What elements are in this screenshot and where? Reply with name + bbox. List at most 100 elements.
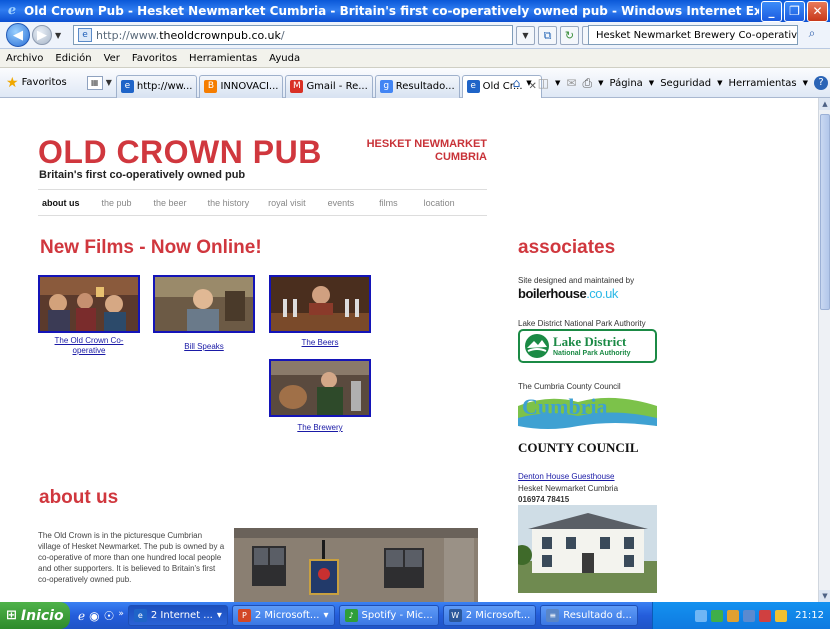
compatibility-icon[interactable]: ⧉ — [538, 26, 557, 45]
security-menu[interactable]: Seguridad — [660, 78, 711, 89]
messenger-icon[interactable] — [711, 609, 724, 622]
address-bar[interactable]: e http://www. theoldcrownpub.co.uk / — [73, 25, 513, 45]
page-menu[interactable]: Página — [609, 78, 642, 89]
gmail-icon: M — [290, 80, 304, 93]
nav-events[interactable]: events — [328, 198, 355, 208]
clock[interactable]: 21:12 — [795, 610, 824, 621]
search-input[interactable]: Hesket Newmarket Brewery Co-operative — [588, 25, 798, 45]
search-icon[interactable]: ⌕ — [802, 26, 822, 45]
scroll-down-icon[interactable]: ▼ — [819, 590, 830, 602]
nav-films[interactable]: films — [379, 198, 398, 208]
taskbar-button[interactable]: W2 Microsoft... — [442, 605, 537, 626]
browser-tab[interactable]: B INNOVACI... — [199, 74, 284, 98]
scroll-up-icon[interactable]: ▲ — [819, 98, 830, 110]
film-thumbnail-bill-speaks[interactable] — [153, 275, 255, 333]
nav-location[interactable]: location — [424, 198, 455, 208]
menu-herramientas[interactable]: Herramientas — [189, 53, 257, 64]
print-icon[interactable]: ⎙ — [582, 76, 592, 91]
favorites-button[interactable]: ★ Favoritos — [6, 75, 67, 91]
history-dropdown-icon[interactable]: ▼ — [55, 31, 65, 40]
beers-image — [271, 277, 369, 331]
film-caption-line[interactable]: The Old Crown Co- — [55, 336, 124, 345]
boilerhouse-logo[interactable]: boilerhouse.co.uk — [518, 286, 618, 301]
minimize-button[interactable]: _ — [761, 0, 782, 22]
quick-tabs-icon[interactable]: ▦ — [86, 75, 103, 90]
menu-edicion[interactable]: Edición — [55, 53, 91, 64]
nav-the-pub[interactable]: the pub — [102, 198, 132, 208]
about-text: The Old Crown is in the picturesque Cumb… — [38, 531, 225, 584]
lake-district-logo[interactable]: Lake District National Park Authority — [518, 329, 657, 363]
film-caption-bill-speaks[interactable]: Bill Speaks — [153, 342, 255, 352]
browser-tab[interactable]: g Resultado... — [374, 74, 460, 98]
group-dropdown-icon: ▾ — [323, 610, 329, 621]
pub-exterior-image — [234, 528, 478, 602]
nav-the-history[interactable]: the history — [208, 198, 250, 208]
window-title: Old Crown Pub - Hesket Newmarket Cumbria… — [24, 4, 759, 18]
browser-tab[interactable]: M Gmail - Re... — [285, 74, 373, 98]
menu-favoritos[interactable]: Favoritos — [132, 53, 177, 64]
taskbar-button-label: Spotify - Mic... — [361, 610, 433, 621]
google-icon: g — [379, 80, 393, 93]
menu-ver[interactable]: Ver — [104, 53, 120, 64]
search-text: Hesket Newmarket Brewery Co-operative — [596, 29, 798, 41]
film-caption-the-brewery[interactable]: The Brewery — [269, 423, 371, 433]
forward-button[interactable]: ▶ — [32, 25, 52, 45]
taskbar-button[interactable]: P2 Microsoft... ▾ — [231, 605, 335, 626]
favorites-bar: ★ Favoritos ▦ ▼ e http://ww... B INNOVACI..… — [0, 68, 830, 98]
menu-archivo[interactable]: Archivo — [6, 53, 43, 64]
taskbar-button-label: 2 Internet ... — [150, 610, 213, 621]
system-tray: 21:12 — [652, 602, 830, 629]
nav-about-us[interactable]: about us — [42, 198, 80, 208]
blogger-icon: B — [204, 80, 218, 93]
taskbar-button[interactable]: e2 Internet ... ▾ — [127, 605, 228, 626]
taskbar-button-label: Resultado d... — [563, 610, 632, 621]
close-button[interactable]: ✕ — [807, 0, 828, 22]
film-thumbnail-the-beers[interactable] — [269, 275, 371, 333]
ie-icon: e — [133, 609, 147, 622]
boilerhouse-name: boilerhouse — [518, 286, 587, 301]
scroll-thumb[interactable] — [820, 114, 830, 310]
lake-district-emblem-icon — [525, 334, 549, 358]
ie-icon[interactable]: ℯ — [78, 609, 85, 623]
address-dropdown-icon[interactable]: ▼ — [516, 26, 535, 45]
denton-house-link[interactable]: Denton House Guesthouse — [518, 472, 615, 481]
back-button[interactable]: ◀ — [6, 23, 30, 47]
menu-ayuda[interactable]: Ayuda — [269, 53, 300, 64]
firefox-icon[interactable]: ☉ — [104, 609, 115, 623]
security-shield-icon[interactable] — [759, 609, 772, 622]
network-icon[interactable] — [695, 609, 708, 622]
taskbar-button[interactable]: ≡ Resultado d... — [540, 605, 638, 626]
vertical-scrollbar[interactable]: ▲ ▼ — [818, 98, 830, 602]
ldnp-caption: Lake District National Park Authority — [518, 319, 646, 328]
film-caption-old-crown[interactable]: The Old Crown Co- operative — [38, 336, 140, 356]
start-button[interactable]: ⊞ Inicio — [0, 602, 70, 629]
film-caption-line[interactable]: operative — [73, 346, 106, 355]
film-thumbnail-the-brewery[interactable] — [269, 359, 371, 417]
tab-list-dropdown-icon[interactable]: ▼ — [106, 78, 112, 87]
feeds-icon[interactable]: ◫ — [538, 76, 549, 90]
film-thumbnail-old-crown[interactable] — [38, 275, 140, 333]
update-icon[interactable] — [775, 609, 788, 622]
maximize-button[interactable]: ❐ — [784, 0, 805, 22]
refresh-icon[interactable]: ↻ — [560, 26, 579, 45]
tab-label: http://ww... — [136, 81, 193, 92]
ie-icon: ℯ — [7, 3, 17, 18]
help-icon[interactable]: ? — [814, 76, 828, 90]
home-icon[interactable]: ⌂ — [513, 76, 521, 90]
film-caption-the-beers[interactable]: The Beers — [269, 338, 371, 348]
taskbar-button[interactable]: ♪ Spotify - Mic... — [338, 605, 439, 626]
nav-the-beer[interactable]: the beer — [154, 198, 187, 208]
chrome-icon[interactable]: ◉ — [89, 609, 99, 623]
mail-icon[interactable]: ✉ — [566, 76, 576, 90]
taskbar-button-label: 2 Microsoft... — [254, 610, 320, 621]
site-logo[interactable]: OLD CROWN PUB — [38, 134, 322, 171]
nav-royal-visit[interactable]: royal visit — [268, 198, 306, 208]
antivirus-icon[interactable] — [727, 609, 740, 622]
cumbria-caption: The Cumbria County Council — [518, 382, 621, 391]
browser-tab[interactable]: e http://ww... — [115, 74, 198, 98]
window-title-bar[interactable]: ℯ Old Crown Pub - Hesket Newmarket Cumbr… — [0, 0, 830, 22]
tools-menu[interactable]: Herramientas — [728, 78, 796, 89]
ldnp-subtitle: National Park Authority — [553, 349, 631, 357]
denton-phone: 016974 78415 — [518, 495, 570, 504]
volume-icon[interactable] — [743, 609, 756, 622]
